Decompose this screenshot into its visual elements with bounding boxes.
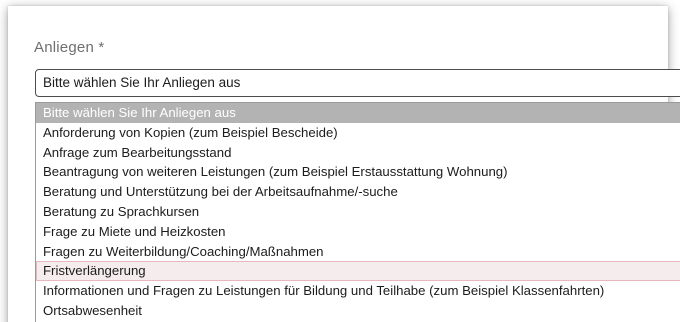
dropdown-option[interactable]: Ortsabwesenheit (36, 301, 680, 321)
dropdown-option[interactable]: Anfrage zum Bearbeitungsstand (36, 143, 680, 163)
dropdown-option[interactable]: Beratung zu Sprachkursen (36, 202, 680, 222)
anliegen-dropdown-list: Bitte wählen Sie Ihr Anliegen aus Anford… (35, 102, 680, 322)
anliegen-label: Anliegen * (34, 39, 105, 56)
dropdown-option[interactable]: Anforderung von Kopien (zum Beispiel Bes… (36, 123, 680, 143)
dropdown-option[interactable]: Bitte wählen Sie Ihr Anliegen aus (36, 103, 680, 123)
page: Anliegen * Bitte wählen Sie Ihr Anliegen… (0, 0, 680, 322)
dropdown-option[interactable]: Frage zu Miete und Heizkosten (36, 222, 680, 242)
dropdown-option[interactable]: Beantragung von weiteren Leistungen (zum… (36, 162, 680, 182)
anliegen-select[interactable]: Bitte wählen Sie Ihr Anliegen aus (35, 69, 680, 97)
dropdown-option[interactable]: Beratung und Unterstützung bei der Arbei… (36, 182, 680, 202)
dropdown-option[interactable]: Fristverlängerung (36, 261, 680, 282)
dropdown-option[interactable]: Informationen und Fragen zu Leistungen f… (36, 281, 680, 301)
dropdown-option[interactable]: Fragen zu Weiterbildung/Coaching/Maßnahm… (36, 242, 680, 262)
